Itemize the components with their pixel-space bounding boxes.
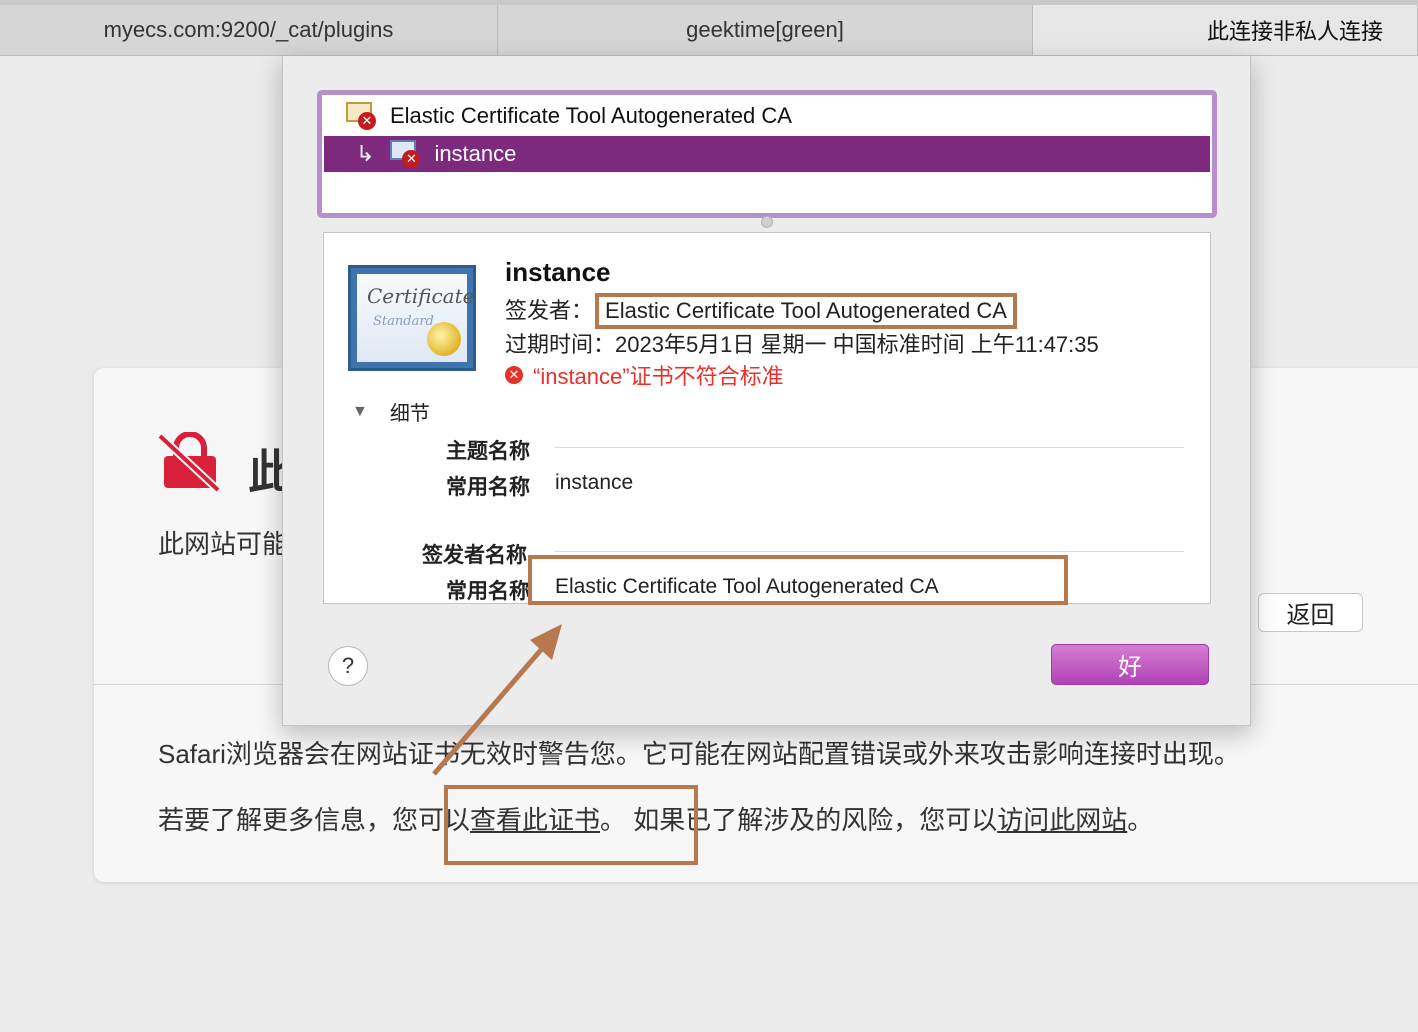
tab-bar: myecs.com:9200/_cat/plugins geektime[gre… — [0, 0, 1418, 56]
annotation-box — [528, 555, 1068, 605]
issuer-cn-label: 常用名称 — [446, 580, 530, 603]
ok-button[interactable]: 好 — [1051, 644, 1209, 685]
visit-website-link[interactable]: 访问此网站 — [997, 805, 1127, 835]
back-button[interactable]: 返回 — [1258, 593, 1363, 632]
certificate-sheet: ✕ Elastic Certificate Tool Autogenerated… — [282, 56, 1251, 726]
details-label: 细节 — [389, 403, 430, 425]
child-arrow-icon: ↳ — [356, 141, 375, 166]
info-text: Safari浏览器会在网站证书无效时警告您。它可能在网站配置错误或外来攻击影响连… — [158, 739, 1240, 769]
certificate-issuer: 签发者： Elastic Certificate Tool Autogenerat… — [505, 293, 1017, 329]
chain-item-label: instance — [434, 141, 517, 166]
tab-not-private[interactable]: 此连接非私人连接 — [1033, 5, 1418, 55]
section-rule — [554, 447, 1184, 448]
issuer-name-heading: 签发者名称 — [422, 544, 527, 567]
subject-cn-value: instance — [555, 471, 634, 494]
broken-lock-icon — [158, 432, 221, 492]
tab-label: geektime[green] — [686, 17, 844, 42]
certificate-name: instance — [505, 257, 611, 287]
certificate-error-icon: ✕ — [390, 140, 421, 168]
certificate-error: ✕ “instance”证书不符合标准 — [505, 359, 784, 391]
tab-cat-plugins[interactable]: myecs.com:9200/_cat/plugins — [0, 5, 498, 55]
certificate-chain-list: ✕ Elastic Certificate Tool Autogenerated… — [317, 90, 1217, 218]
chain-item-instance[interactable]: ↳ ✕ instance — [324, 136, 1210, 172]
subject-name-heading: 主题名称 — [446, 440, 530, 463]
details-disclosure[interactable]: ▼ 细节 — [352, 397, 430, 426]
certificate-icon: Certificate Standard — [348, 265, 476, 371]
subject-cn-label: 常用名称 — [446, 476, 530, 499]
annotation-box — [444, 785, 698, 865]
section-rule — [554, 551, 1184, 552]
warning-description: 此网站可能 — [158, 529, 289, 559]
certificate-expiry: 过期时间：2023年5月1日 星期一 中国标准时间 上午11:47:35 — [505, 332, 1099, 357]
tab-label: 此连接非私人连接 — [1206, 19, 1383, 44]
certificate-error-icon: ✕ — [346, 102, 376, 130]
chain-item-root-ca[interactable]: ✕ Elastic Certificate Tool Autogenerated… — [324, 98, 1210, 134]
info-suffix: 。 — [1127, 805, 1154, 835]
issuer-label: 签发者： — [505, 298, 594, 323]
issuer-value: Elastic Certificate Tool Autogenerated C… — [595, 293, 1017, 329]
chain-item-label: Elastic Certificate Tool Autogenerated C… — [390, 103, 792, 128]
error-message: “instance”证书不符合标准 — [533, 364, 784, 389]
certificate-detail-pane: Certificate Standard instance 签发者： Elasti… — [323, 232, 1211, 605]
help-button[interactable]: ? — [328, 646, 368, 686]
info-prefix: 若要了解更多信息，您可以 — [158, 805, 471, 835]
error-icon: ✕ — [505, 366, 523, 384]
disclosure-triangle-icon: ▼ — [352, 402, 368, 420]
tab-geektime[interactable]: geektime[green] — [498, 5, 1033, 55]
tab-label: myecs.com:9200/_cat/plugins — [103, 17, 394, 42]
splitter-handle[interactable] — [761, 216, 773, 228]
